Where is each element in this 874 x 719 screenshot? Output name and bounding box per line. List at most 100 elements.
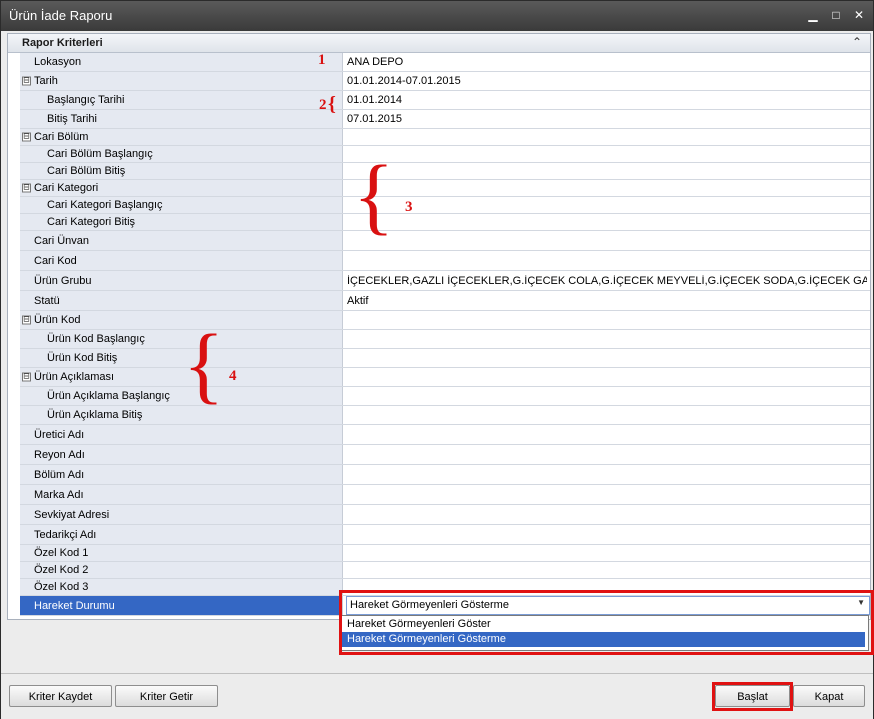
property-label: Cari Bölüm [34,131,89,143]
property-label-cell: Marka Adı [20,485,343,504]
property-label-cell: ⊟ Cari Bölüm [20,129,343,145]
property-label-cell: Statü [20,291,343,310]
property-label: Cari Ünvan [34,234,90,247]
property-label: Tedarikçi Adı [34,528,97,541]
property-row[interactable]: Tedarikçi Adı [20,525,870,545]
property-row[interactable]: ⊟ Cari Bölüm [20,129,870,146]
property-label: Cari Kategori Bitiş [47,216,136,228]
property-value[interactable]: Aktif [347,295,867,307]
property-label-cell: Ürün Açıklama Başlangıç [20,387,343,405]
property-value[interactable]: İÇECEKLER,GAZLI İÇECEKLER,G.İÇECEK COLA,… [347,275,867,287]
property-row[interactable]: Cari Ünvan [20,231,870,251]
property-row[interactable]: Marka Adı [20,485,870,505]
save-criteria-button[interactable]: Kriter Kaydet [9,685,112,707]
brace-4: { [183,316,225,412]
annotation-2: 2 [319,97,327,113]
property-label-cell: Üretici Adı [20,425,343,444]
load-criteria-button[interactable]: Kriter Getir [115,685,218,707]
property-label-cell: Cari Kategori Bitiş [20,214,343,230]
property-row[interactable]: Özel Kod 1 [20,545,870,562]
property-label-cell: ⊟ Ürün Açıklaması [20,368,343,386]
property-label-cell: Başlangıç Tarihi [20,91,343,109]
property-row[interactable]: Bölüm Adı [20,465,870,485]
property-row[interactable]: Lokasyon ANA DEPO [20,53,870,72]
property-label: Özel Kod 2 [34,564,89,576]
property-label: Ürün Kod [34,314,81,326]
property-label-cell: Lokasyon [20,53,343,71]
group-header: Rapor Kriterleri ⌃ [8,34,870,53]
property-label-cell: Hareket Durumu [20,596,343,615]
dropdown-highlight-box [339,590,874,655]
property-label: Bölüm Adı [34,468,85,481]
property-label-cell: ⊟ Ürün Kod [20,311,343,329]
property-row[interactable]: Ürün Açıklama Bitiş [20,406,870,425]
property-row[interactable]: Cari Kod [20,251,870,271]
maximize-icon[interactable]: □ [827,7,845,23]
property-label-cell: Özel Kod 3 [20,579,343,595]
collapse-minus-icon[interactable]: ⊟ [22,132,31,142]
collapse-minus-icon[interactable]: ⊟ [22,76,31,86]
property-row[interactable]: Bitiş Tarihi 07.01.2015 [20,110,870,129]
annotation-4: 4 [229,368,237,384]
close-icon[interactable]: ✕ [850,7,868,23]
property-label: Cari Kod [34,254,77,267]
property-row[interactable]: ⊟ Ürün Açıklaması [20,368,870,387]
property-value[interactable]: 01.01.2014-07.01.2015 [347,75,867,87]
property-label-cell: Reyon Adı [20,445,343,464]
property-value[interactable]: 01.01.2014 [347,94,867,106]
property-value[interactable]: ANA DEPO [347,56,867,68]
property-row[interactable]: Sevkiyat Adresi [20,505,870,525]
property-label-cell: Cari Ünvan [20,231,343,250]
minimize-icon[interactable]: ▁ [804,7,822,23]
property-row[interactable]: ⊟ Cari Kategori [20,180,870,197]
property-label: Reyon Adı [34,448,85,461]
property-row[interactable]: Ürün Grubu İÇECEKLER,GAZLI İÇECEKLER,G.İÇ… [20,271,870,291]
brace-3: { [353,147,395,243]
property-label-cell: Ürün Kod Başlangıç [20,330,343,348]
property-row[interactable]: Ürün Açıklama Başlangıç [20,387,870,406]
property-row[interactable]: ⊟ Ürün Kod [20,311,870,330]
property-row[interactable]: ⊟ Tarih 01.01.2014-07.01.2015 [20,72,870,91]
property-label-cell: Özel Kod 1 [20,545,343,561]
property-label: Bitiş Tarihi [47,113,97,125]
property-row[interactable]: Cari Bölüm Bitiş [20,163,870,180]
property-label-cell: Ürün Açıklama Bitiş [20,406,343,424]
property-label: Sevkiyat Adresi [34,508,110,521]
collapse-minus-icon[interactable]: ⊟ [22,372,31,382]
property-label: Ürün Grubu [34,274,92,287]
collapse-icon[interactable]: ⌃ [852,35,862,49]
property-row[interactable]: Cari Kategori Başlangıç [20,197,870,214]
property-row[interactable]: Ürün Kod Başlangıç [20,330,870,349]
property-label-cell: ⊟ Tarih [20,72,343,90]
property-label-cell: Özel Kod 2 [20,562,343,578]
property-label-cell: Cari Bölüm Başlangıç [20,146,343,162]
property-label: Ürün Açıklama Başlangıç [47,390,170,402]
property-label: Hareket Durumu [34,599,115,612]
property-label: Marka Adı [34,488,84,501]
criteria-group: Rapor Kriterleri ⌃ Lokasyon ANA DEPO ⊟ Tari… [7,33,871,620]
property-label: Cari Kategori [34,182,99,194]
start-button-highlight-box [712,682,793,711]
property-label: Başlangıç Tarihi [47,94,125,106]
property-label: Lokasyon [34,56,82,68]
property-value[interactable]: 07.01.2015 [347,113,867,125]
property-row[interactable]: Ürün Kod Bitiş [20,349,870,368]
property-label-cell: Ürün Kod Bitiş [20,349,343,367]
window-title: Ürün İade Raporu [9,8,113,23]
property-label: Ürün Kod Başlangıç [47,333,145,345]
annotation-3: 3 [405,199,413,215]
report-window: Ürün İade Raporu ▁ □ ✕ Rapor Kriterleri … [0,0,874,719]
property-label: Özel Kod 3 [34,581,89,593]
collapse-minus-icon[interactable]: ⊟ [22,315,31,325]
property-row[interactable]: Reyon Adı [20,445,870,465]
property-row[interactable]: Başlangıç Tarihi 01.01.2014 [20,91,870,110]
property-row[interactable]: Özel Kod 2 [20,562,870,579]
property-label-cell: Bölüm Adı [20,465,343,484]
property-row[interactable]: Üretici Adı [20,425,870,445]
property-label: Ürün Açıklama Bitiş [47,409,143,421]
close-button[interactable]: Kapat [793,685,865,707]
collapse-minus-icon[interactable]: ⊟ [22,183,31,193]
property-row[interactable]: Cari Bölüm Başlangıç [20,146,870,163]
property-row[interactable]: Statü Aktif [20,291,870,311]
property-row[interactable]: Cari Kategori Bitiş [20,214,870,231]
